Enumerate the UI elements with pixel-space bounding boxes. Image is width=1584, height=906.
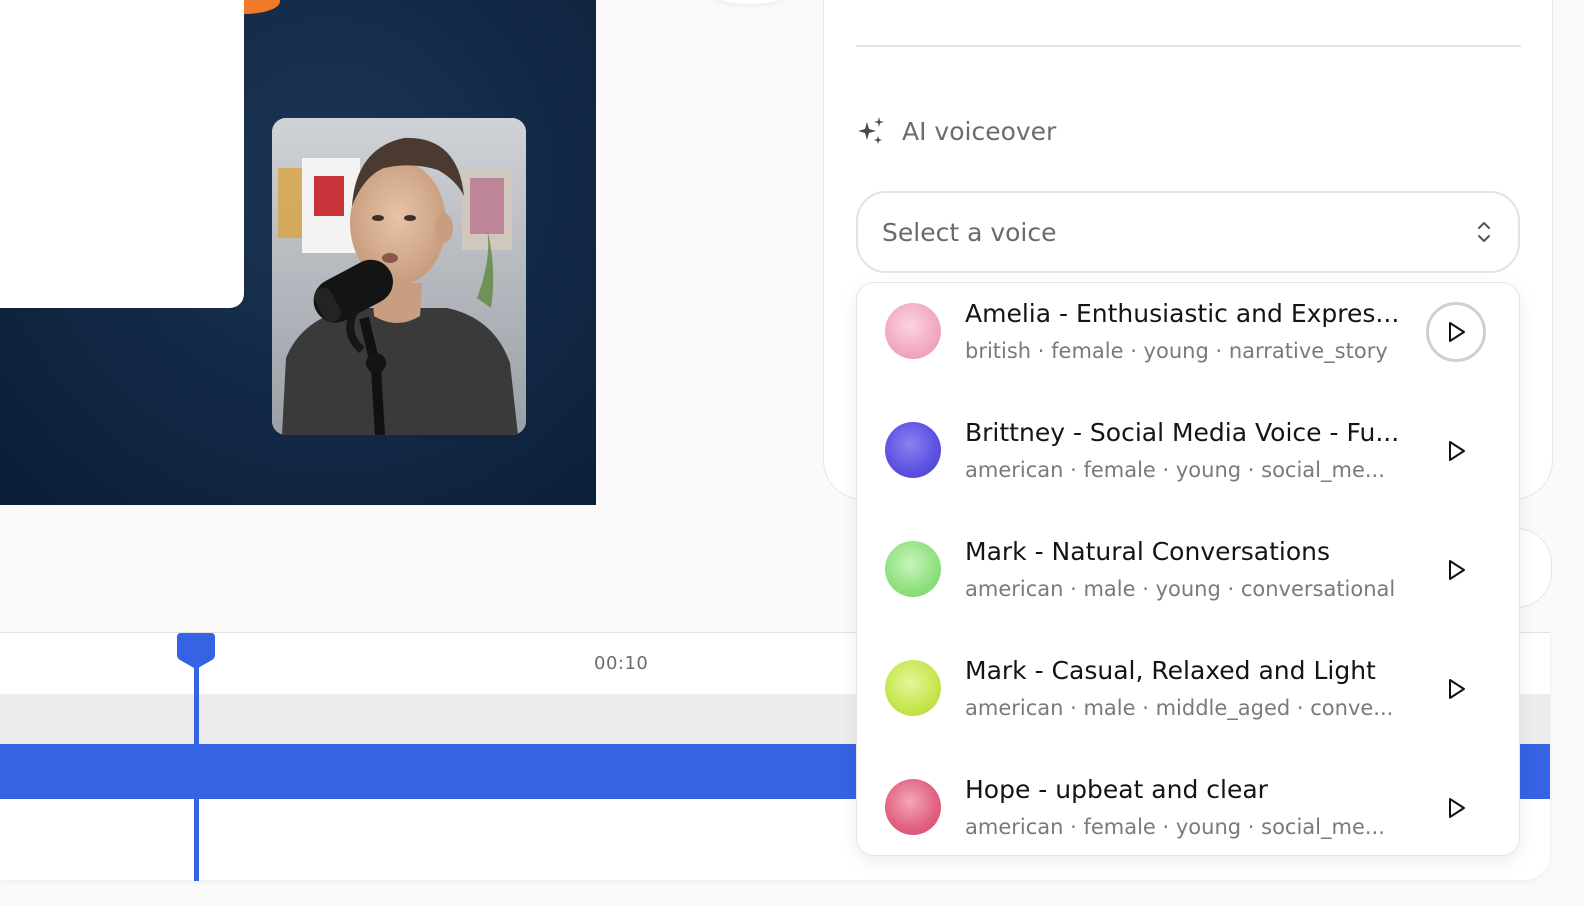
speaker-video-thumbnail[interactable]: [272, 118, 526, 435]
play-preview-button[interactable]: [1426, 778, 1486, 838]
voice-avatar: [885, 303, 941, 359]
ai-voiceover-header: AI voiceover: [856, 112, 1056, 150]
play-icon: [1449, 798, 1465, 818]
voice-attributes: american · male · young · conversational: [965, 577, 1396, 601]
play-preview-button[interactable]: [1426, 659, 1486, 719]
sparkle-icon: [858, 117, 884, 144]
voice-name: Mark - Casual, Relaxed and Light: [965, 656, 1376, 685]
orange-accent-shape: [244, 0, 280, 14]
voice-option[interactable]: Amelia - Enthusiastic and Expres... brit…: [857, 283, 1519, 402]
play-icon: [1449, 441, 1465, 461]
voice-name: Hope - upbeat and clear: [965, 775, 1268, 804]
voice-attributes: british · female · young · narrative_sto…: [965, 339, 1388, 363]
playhead-handle-icon[interactable]: [177, 633, 215, 669]
timeline-ruler-label: 00:10: [594, 653, 649, 674]
play-preview-button[interactable]: [1426, 421, 1486, 481]
voice-avatar: [885, 541, 941, 597]
voice-options-list: Amelia - Enthusiastic and Expres... brit…: [856, 282, 1520, 856]
top-floating-control: [705, 0, 795, 4]
play-preview-button[interactable]: [1426, 302, 1486, 362]
voice-option[interactable]: Hope - upbeat and clear american · femal…: [857, 759, 1519, 855]
voice-avatar: [885, 422, 941, 478]
voice-attributes: american · male · middle_aged · conve...: [965, 696, 1394, 720]
voice-name: Mark - Natural Conversations: [965, 537, 1331, 566]
voice-select-dropdown[interactable]: Select a voice: [856, 191, 1520, 273]
chevron-up-down-icon: [1478, 222, 1490, 242]
voice-attributes: american · female · young · social_me...: [965, 815, 1385, 839]
voice-option[interactable]: Mark - Casual, Relaxed and Light america…: [857, 640, 1519, 759]
slide-card[interactable]: [0, 0, 244, 308]
video-preview: [0, 0, 596, 505]
voice-option[interactable]: Mark - Natural Conversations american · …: [857, 521, 1519, 640]
voice-name: Amelia - Enthusiastic and Expres...: [965, 299, 1400, 328]
playhead-line[interactable]: [194, 663, 199, 881]
speaker-illustration: [272, 118, 526, 435]
voice-name: Brittney - Social Media Voice - Fu...: [965, 418, 1400, 447]
panel-divider: [856, 45, 1521, 47]
voice-avatar: [885, 779, 941, 835]
play-icon: [1449, 560, 1465, 580]
voice-avatar: [885, 660, 941, 716]
voice-attributes: american · female · young · social_me...: [965, 458, 1385, 482]
ai-voiceover-title: AI voiceover: [902, 116, 1057, 146]
voice-select-placeholder: Select a voice: [882, 217, 1057, 247]
play-icon: [1449, 679, 1465, 699]
play-preview-button[interactable]: [1426, 540, 1486, 600]
voice-option[interactable]: Brittney - Social Media Voice - Fu... am…: [857, 402, 1519, 521]
play-icon: [1449, 322, 1465, 342]
